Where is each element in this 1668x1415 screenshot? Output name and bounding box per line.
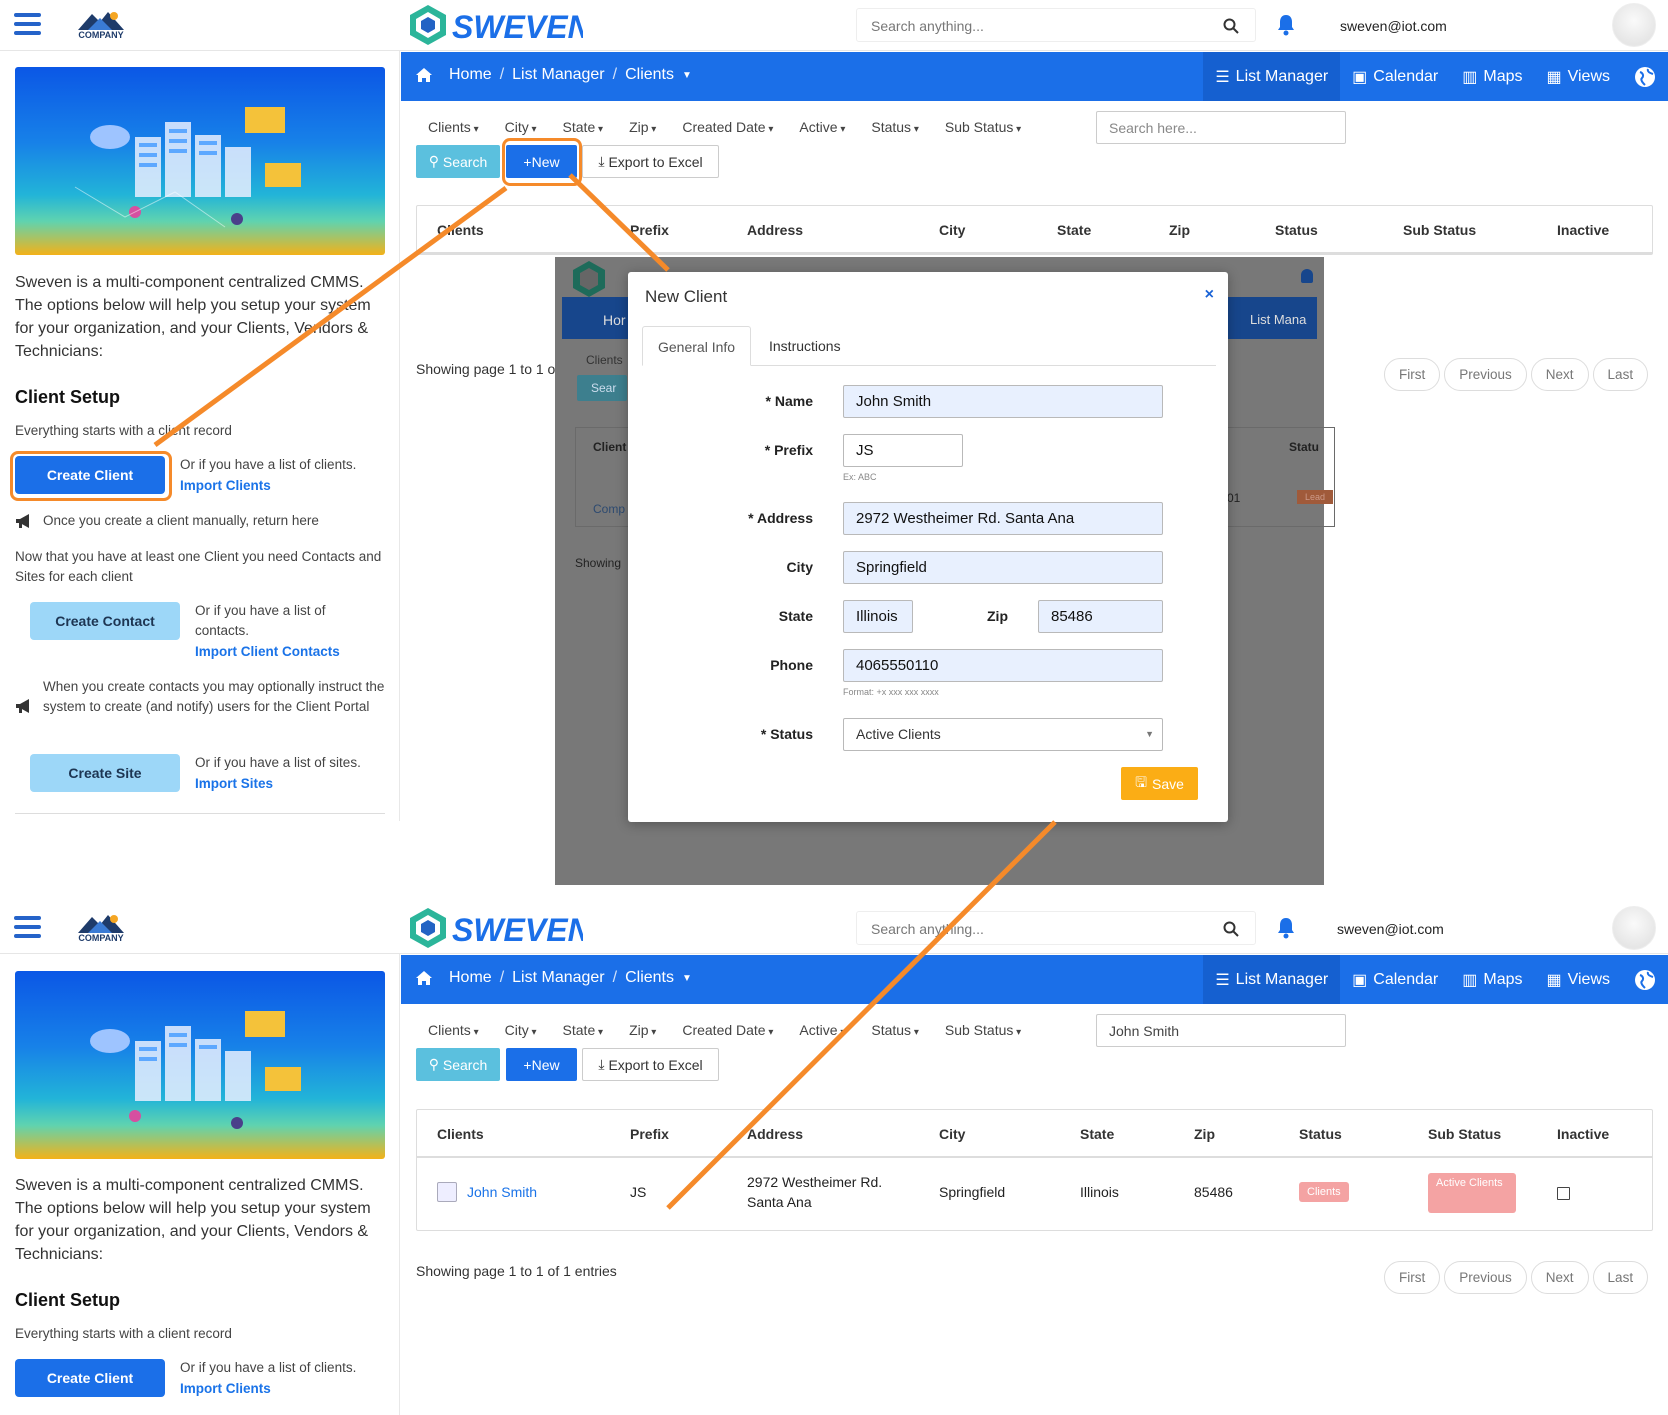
annotation-arrows (153, 173, 1057, 1210)
